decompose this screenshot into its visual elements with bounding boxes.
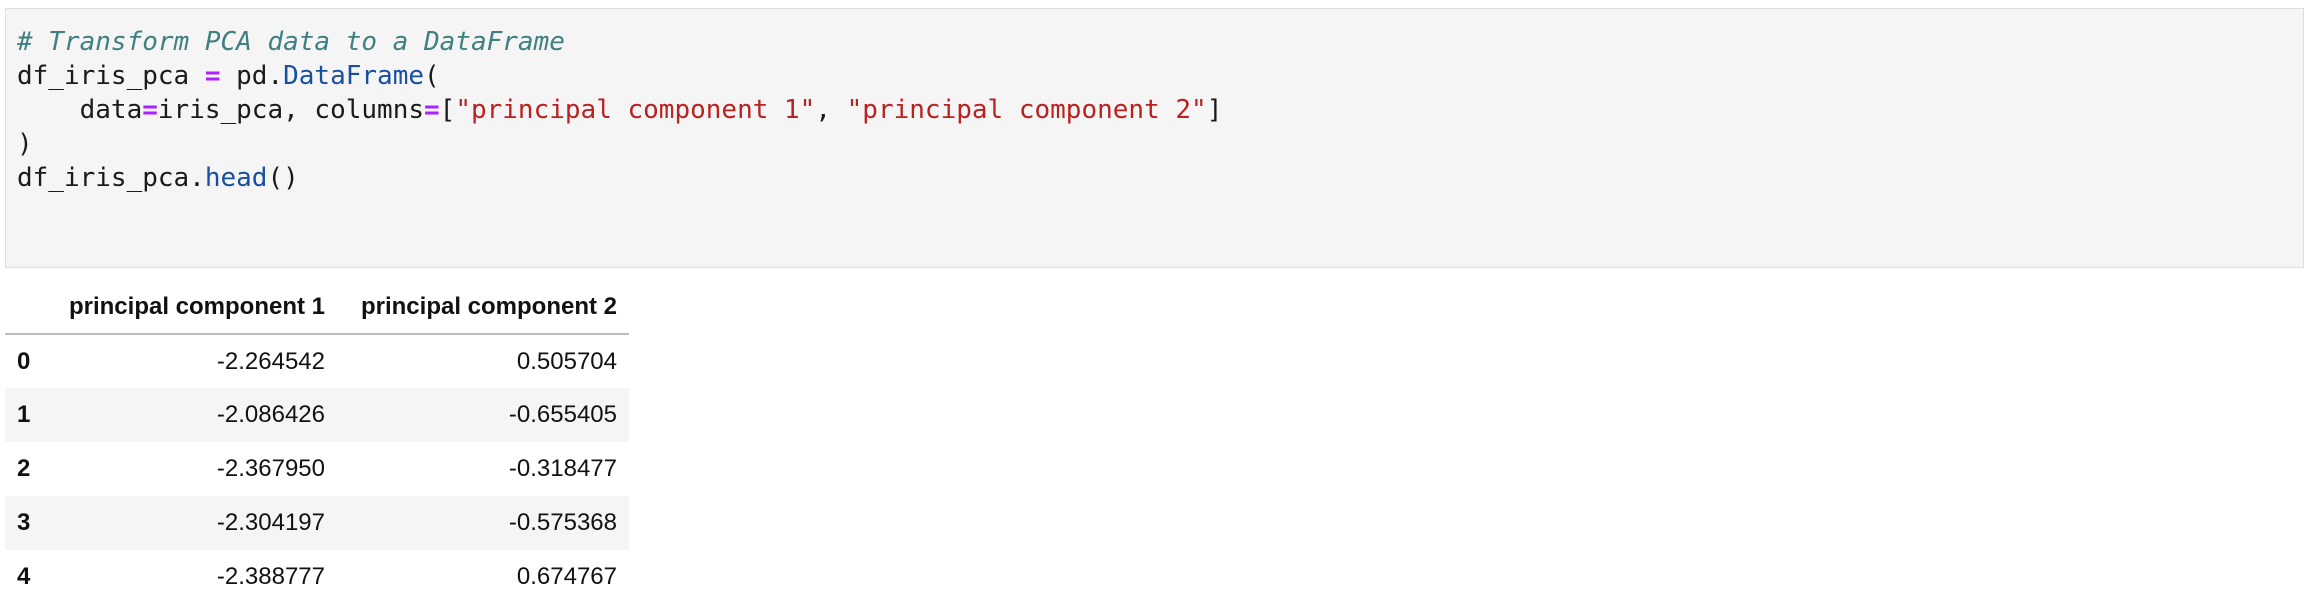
- code-editor[interactable]: # Transform PCA data to a DataFrame df_ir…: [6, 9, 2303, 211]
- row-index: 1: [17, 401, 31, 428]
- code-token: "principal component 2": [846, 95, 1207, 125]
- code-token: ]: [1206, 95, 1223, 125]
- cell-pc1: -2.264542: [216, 347, 325, 375]
- cell-pc2: -0.575368: [508, 509, 617, 536]
- code-token: df_iris_pca.: [17, 163, 205, 193]
- cell-pc2: 0.505704: [516, 347, 617, 375]
- code-line-5: df_iris_pca.head(): [17, 161, 2292, 195]
- cell-pc1: -2.086426: [216, 401, 325, 428]
- code-line-3: data=iris_pca, columns=["principal compo…: [17, 93, 2292, 127]
- table-row: 1 -2.086426 -0.655405: [5, 388, 629, 442]
- row-index: 2: [17, 455, 31, 482]
- cell-pc2: -0.655405: [508, 401, 617, 428]
- column-header-principal-component-1: principal component 1: [45, 280, 337, 335]
- table-header-row: principal component 1 principal componen…: [5, 280, 629, 335]
- code-line-1: # Transform PCA data to a DataFrame: [17, 25, 2292, 59]
- code-token: DataFrame: [283, 61, 425, 91]
- index-column-header: [5, 280, 45, 335]
- code-token: =: [204, 61, 221, 91]
- code-token: (: [424, 61, 440, 91]
- code-line-2: df_iris_pca = pd.DataFrame(: [17, 59, 2292, 93]
- code-cell[interactable]: # Transform PCA data to a DataFrame df_ir…: [5, 8, 2304, 268]
- cell-output: principal component 1 principal componen…: [5, 280, 629, 604]
- code-line-4: ): [17, 127, 2292, 161]
- table-row: 3 -2.304197 -0.575368: [5, 496, 629, 550]
- code-token: [: [439, 95, 456, 125]
- code-token: =: [424, 95, 440, 125]
- code-token: =: [142, 95, 158, 125]
- cell-pc1: -2.367950: [216, 455, 325, 482]
- row-index: 0: [17, 347, 31, 375]
- cell-pc1: -2.304197: [216, 509, 325, 536]
- code-token: ,: [815, 95, 847, 125]
- cell-pc1: -2.388777: [216, 563, 325, 590]
- dataframe-table: principal component 1 principal componen…: [5, 280, 629, 604]
- row-index: 3: [17, 509, 31, 536]
- code-token: data: [17, 95, 143, 125]
- code-token: head: [204, 163, 268, 193]
- code-token: df_iris_pca: [17, 61, 205, 91]
- code-token: iris_pca, columns: [157, 95, 424, 125]
- cell-pc2: 0.674767: [516, 563, 617, 590]
- code-token: # Transform PCA data to a DataFrame: [17, 27, 565, 57]
- code-token: pd.: [220, 61, 284, 91]
- table-row: 0 -2.264542 0.505704: [5, 334, 629, 388]
- cell-pc2: -0.318477: [508, 455, 617, 482]
- row-index: 4: [17, 563, 31, 590]
- table-row: 2 -2.367950 -0.318477: [5, 442, 629, 496]
- column-header-principal-component-2: principal component 2: [337, 280, 629, 335]
- code-token: ): [17, 129, 33, 159]
- code-token: "principal component 1": [455, 95, 816, 125]
- code-token: (): [267, 163, 299, 193]
- table-row: 4 -2.388777 0.674767: [5, 550, 629, 604]
